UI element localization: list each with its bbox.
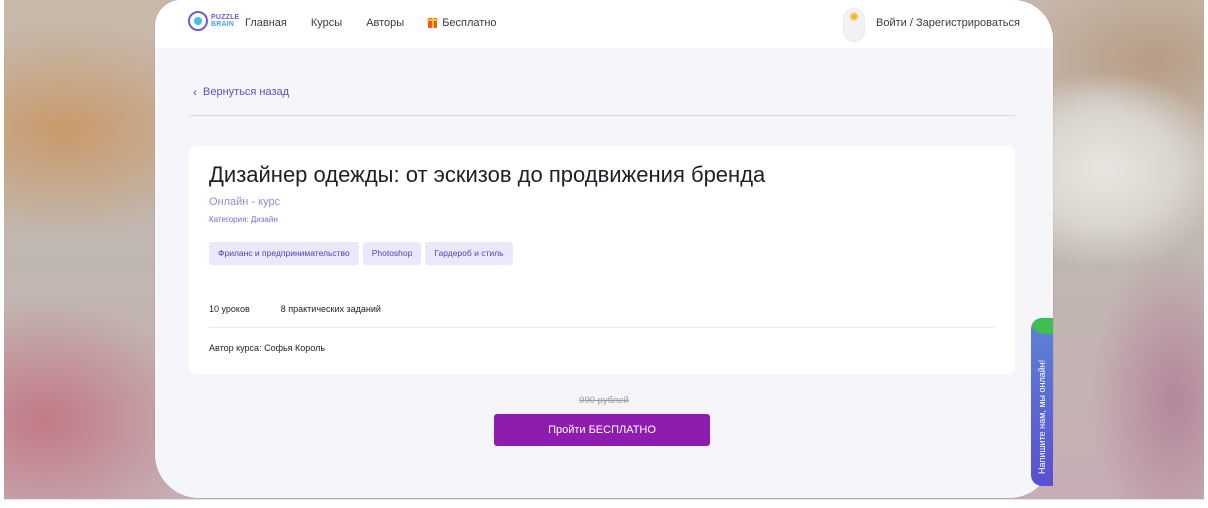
course-card: Дизайнер одежды: от эскизов до продвижен… <box>189 146 1015 374</box>
tag-wardrobe[interactable]: Гардероб и стиль <box>425 242 513 265</box>
nav-item-free-label: Бесплатно <box>442 17 497 29</box>
page-container: PUZZLE BRAIN Главная Курсы Авторы Беспла… <box>155 0 1053 498</box>
chevron-left-icon: ‹ <box>193 85 197 99</box>
back-link[interactable]: ‹ Вернуться назад <box>193 85 289 99</box>
logo-line-2: BRAIN <box>211 21 235 28</box>
enroll-free-button[interactable]: Пройти БЕСПЛАТНО <box>494 414 710 446</box>
main-nav: Главная Курсы Авторы Бесплатно <box>245 17 497 29</box>
logo[interactable]: PUZZLE BRAIN <box>188 11 239 31</box>
logo-icon <box>188 11 208 31</box>
lessons-count: 10 уроков <box>209 304 250 314</box>
nav-item-home[interactable]: Главная <box>245 17 287 29</box>
course-title: Дизайнер одежды: от эскизов до продвижен… <box>209 162 766 187</box>
course-stats: 10 уроков 8 практических заданий <box>209 304 412 314</box>
tag-freelance[interactable]: Фриланс и предпринимательство <box>209 242 359 265</box>
logo-line-1: PUZZLE <box>211 14 240 21</box>
course-type: Онлайн - курс <box>209 196 281 208</box>
back-link-label: Вернуться назад <box>203 86 290 98</box>
course-tags: Фриланс и предпринимательство Photoshop … <box>209 242 517 265</box>
login-register-link[interactable]: Войти / Зарегистрироваться <box>876 17 1020 29</box>
nav-item-authors[interactable]: Авторы <box>366 17 404 29</box>
nav-item-free[interactable]: Бесплатно <box>427 17 497 29</box>
old-price: 990 рублей <box>579 395 629 406</box>
divider <box>189 115 1015 116</box>
logo-text: PUZZLE BRAIN <box>211 14 239 28</box>
chat-widget-label: Напишите нам, мы онлайн! <box>1037 359 1047 474</box>
tag-photoshop[interactable]: Photoshop <box>362 242 422 265</box>
online-indicator-icon <box>1031 318 1053 334</box>
course-author: Автор курса: Софья Король <box>209 343 326 353</box>
nav-item-courses[interactable]: Курсы <box>311 17 342 29</box>
gift-icon <box>427 18 439 28</box>
assignments-count: 8 практических заданий <box>280 304 381 314</box>
sun-icon: ✺ <box>848 10 860 24</box>
course-category: Категория: Дизайн <box>209 215 278 224</box>
card-divider <box>209 327 995 328</box>
chat-widget[interactable]: Напишите нам, мы онлайн! <box>1031 318 1053 486</box>
site-header: PUZZLE BRAIN Главная Курсы Авторы Беспла… <box>155 0 1053 48</box>
theme-toggle[interactable]: ✺ <box>843 8 865 42</box>
